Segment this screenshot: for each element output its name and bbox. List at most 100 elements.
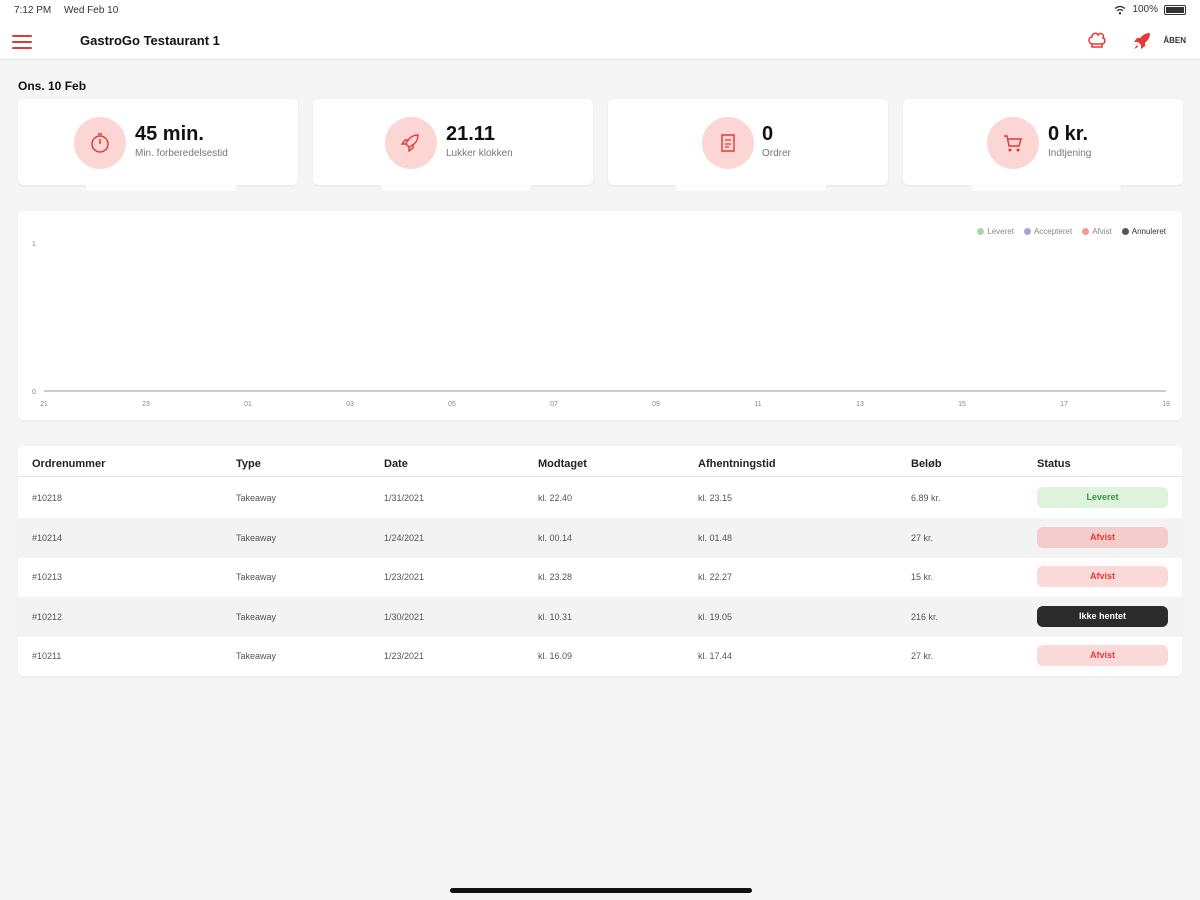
wifi-icon bbox=[1115, 5, 1126, 14]
x-tick-label: 05 bbox=[448, 401, 456, 408]
table-cell-id: #10211 bbox=[32, 651, 62, 662]
table-cell-date: 1/24/2021 bbox=[384, 532, 425, 543]
x-tick-label: 21 bbox=[40, 401, 48, 408]
table-cell-received: kl. 00.14 bbox=[538, 532, 573, 543]
status-badge: Ikke hentet bbox=[1037, 605, 1168, 627]
table-cell-amount: 27 kr. bbox=[911, 532, 934, 543]
column-header: Status bbox=[1037, 458, 1071, 470]
chef-hat-icon[interactable] bbox=[1086, 30, 1108, 52]
table-cell-date: 1/31/2021 bbox=[384, 493, 425, 503]
column-header: Ordrenummer bbox=[32, 458, 106, 470]
column-header: Date bbox=[384, 458, 408, 470]
status-time: 7:12 PM bbox=[14, 5, 52, 16]
x-tick-label: 09 bbox=[652, 401, 660, 408]
table-cell-date: 1/23/2021 bbox=[384, 651, 425, 662]
column-header: Afhentningstid bbox=[698, 458, 776, 470]
table-cell-pickup: kl. 22.27 bbox=[698, 572, 733, 583]
orders-chart: 21 23 01 03 05 07 09 11 13 15 17 1901 bbox=[32, 241, 1170, 408]
stopwatch-icon bbox=[91, 133, 109, 153]
stat-card-prep-time: 45 min. Min. forberedelsestid bbox=[18, 99, 298, 191]
table-header: Ordrenummer Type Date Modtaget Afhentnin… bbox=[18, 446, 1182, 477]
x-tick-label: 17 bbox=[1060, 401, 1068, 408]
app-title: GastroGo Testaurant 1 bbox=[80, 33, 220, 48]
page-date: Ons. 10 Feb bbox=[18, 79, 87, 93]
table-cell-pickup: kl. 17.44 bbox=[698, 651, 733, 662]
x-tick-label: 11 bbox=[754, 401, 761, 408]
stat-label: Ordrer bbox=[762, 148, 791, 159]
table-row[interactable]: #10212 Takeaway 1/30/2021 kl. 10.31 kl. 19.0… bbox=[18, 596, 1182, 637]
cart-icon bbox=[1004, 135, 1022, 152]
column-header: Modtaget bbox=[538, 458, 587, 470]
battery-icon bbox=[1164, 4, 1186, 15]
table-cell-type: Takeaway bbox=[236, 611, 277, 622]
x-tick-label: 15 bbox=[958, 401, 966, 408]
x-tick-label: 13 bbox=[856, 401, 864, 408]
receipt-icon-circle bbox=[702, 117, 754, 169]
stat-value: 0 kr. bbox=[1048, 123, 1089, 145]
table-cell-date: 1/23/2021 bbox=[384, 572, 425, 583]
status-date: Wed Feb 10 bbox=[64, 5, 119, 16]
orders-table: Ordrenummer Type Date Modtaget Afhentnin… bbox=[18, 446, 1182, 676]
y-tick-label: 1 bbox=[32, 241, 36, 248]
column-header: Type bbox=[236, 458, 261, 470]
table-cell-id: #10218 bbox=[32, 493, 63, 503]
table-row[interactable]: #10214 Takeaway 1/24/2021 kl. 00.14 kl. 01.4… bbox=[18, 517, 1182, 558]
orders-chart-card: Leveret Accepteret Afvist Annuleret 21 23 01 0… bbox=[18, 211, 1182, 420]
table-cell-type: Takeaway bbox=[236, 651, 277, 662]
x-tick-label: 03 bbox=[346, 401, 354, 408]
status-badge: Afvist bbox=[1037, 526, 1168, 548]
table-row[interactable]: #10213 Takeaway 1/23/2021 kl. 23.28 kl. 22.2… bbox=[18, 557, 1182, 597]
x-tick-label: 01 bbox=[244, 401, 252, 408]
stat-card-earnings: 0 kr. Indtjening bbox=[903, 99, 1183, 191]
table-row[interactable]: #10211 Takeaway 1/23/2021 kl. 16.09 kl. 17.4… bbox=[18, 636, 1182, 676]
table-cell-amount: 27 kr. bbox=[911, 651, 934, 662]
stopwatch-icon-circle bbox=[74, 117, 126, 169]
x-tick-label: 19 bbox=[1162, 401, 1170, 408]
status-badge: Afvist bbox=[1037, 645, 1168, 667]
x-tick-label: 07 bbox=[550, 401, 558, 408]
battery-percent: 100% bbox=[1132, 4, 1158, 15]
rocket-icon-circle bbox=[385, 117, 437, 169]
table-cell-id: #10214 bbox=[32, 532, 63, 543]
table-cell-pickup: kl. 19.05 bbox=[698, 611, 733, 622]
table-cell-amount: 6.89 kr. bbox=[911, 493, 941, 503]
home-indicator bbox=[450, 888, 752, 893]
open-status-label[interactable]: ÅBEN bbox=[1163, 36, 1186, 45]
table-cell-type: Takeaway bbox=[236, 532, 277, 543]
table-cell-received: kl. 23.28 bbox=[538, 572, 573, 583]
table-cell-amount: 216 kr. bbox=[911, 611, 939, 622]
stat-value: 0 bbox=[762, 123, 774, 145]
stat-label: Lukker klokken bbox=[446, 148, 513, 159]
rocket-icon bbox=[400, 134, 419, 153]
status-right: 100% bbox=[1114, 4, 1186, 15]
app-header: GastroGo Testaurant 1 ÅBEN bbox=[0, 22, 1200, 60]
table-cell-pickup: kl. 01.48 bbox=[698, 532, 733, 543]
table-cell-id: #10212 bbox=[32, 611, 63, 622]
x-tick-label: 23 bbox=[142, 401, 150, 408]
table-cell-date: 1/30/2021 bbox=[384, 611, 425, 622]
table-cell-received: kl. 16.09 bbox=[538, 651, 573, 662]
hamburger-menu-icon[interactable] bbox=[12, 35, 32, 49]
stat-card-orders: 0 Ordrer bbox=[608, 99, 888, 191]
rocket-icon[interactable] bbox=[1132, 30, 1154, 52]
table-cell-id: #10213 bbox=[32, 572, 63, 583]
stat-value: 21.11 bbox=[446, 123, 495, 145]
stat-card-closing-time: 21.11 Lukker klokken bbox=[313, 99, 593, 191]
table-cell-type: Takeaway bbox=[236, 572, 277, 583]
stat-label: Indtjening bbox=[1048, 148, 1092, 159]
table-cell-amount: 15 kr. bbox=[911, 572, 934, 583]
y-tick-label: 0 bbox=[32, 389, 36, 396]
status-badge: Afvist bbox=[1037, 566, 1168, 588]
table-cell-received: kl. 10.31 bbox=[538, 611, 573, 622]
status-badge: Leveret bbox=[1037, 487, 1168, 508]
cart-icon-circle bbox=[987, 117, 1039, 169]
table-cell-received: kl. 22.40 bbox=[538, 493, 573, 503]
table-cell-pickup: kl. 23.15 bbox=[698, 493, 733, 503]
receipt-icon bbox=[721, 134, 735, 152]
status-bar: 7:12 PM Wed Feb 10 100% bbox=[0, 0, 1200, 22]
table-row[interactable]: #10218 Takeaway 1/31/2021 kl. 22.40 kl. 23.1… bbox=[18, 478, 1182, 518]
stat-value: 45 min. bbox=[135, 123, 204, 145]
column-header: Beløb bbox=[911, 458, 942, 470]
stat-label: Min. forberedelsestid bbox=[135, 148, 228, 159]
table-cell-type: Takeaway bbox=[236, 493, 277, 503]
